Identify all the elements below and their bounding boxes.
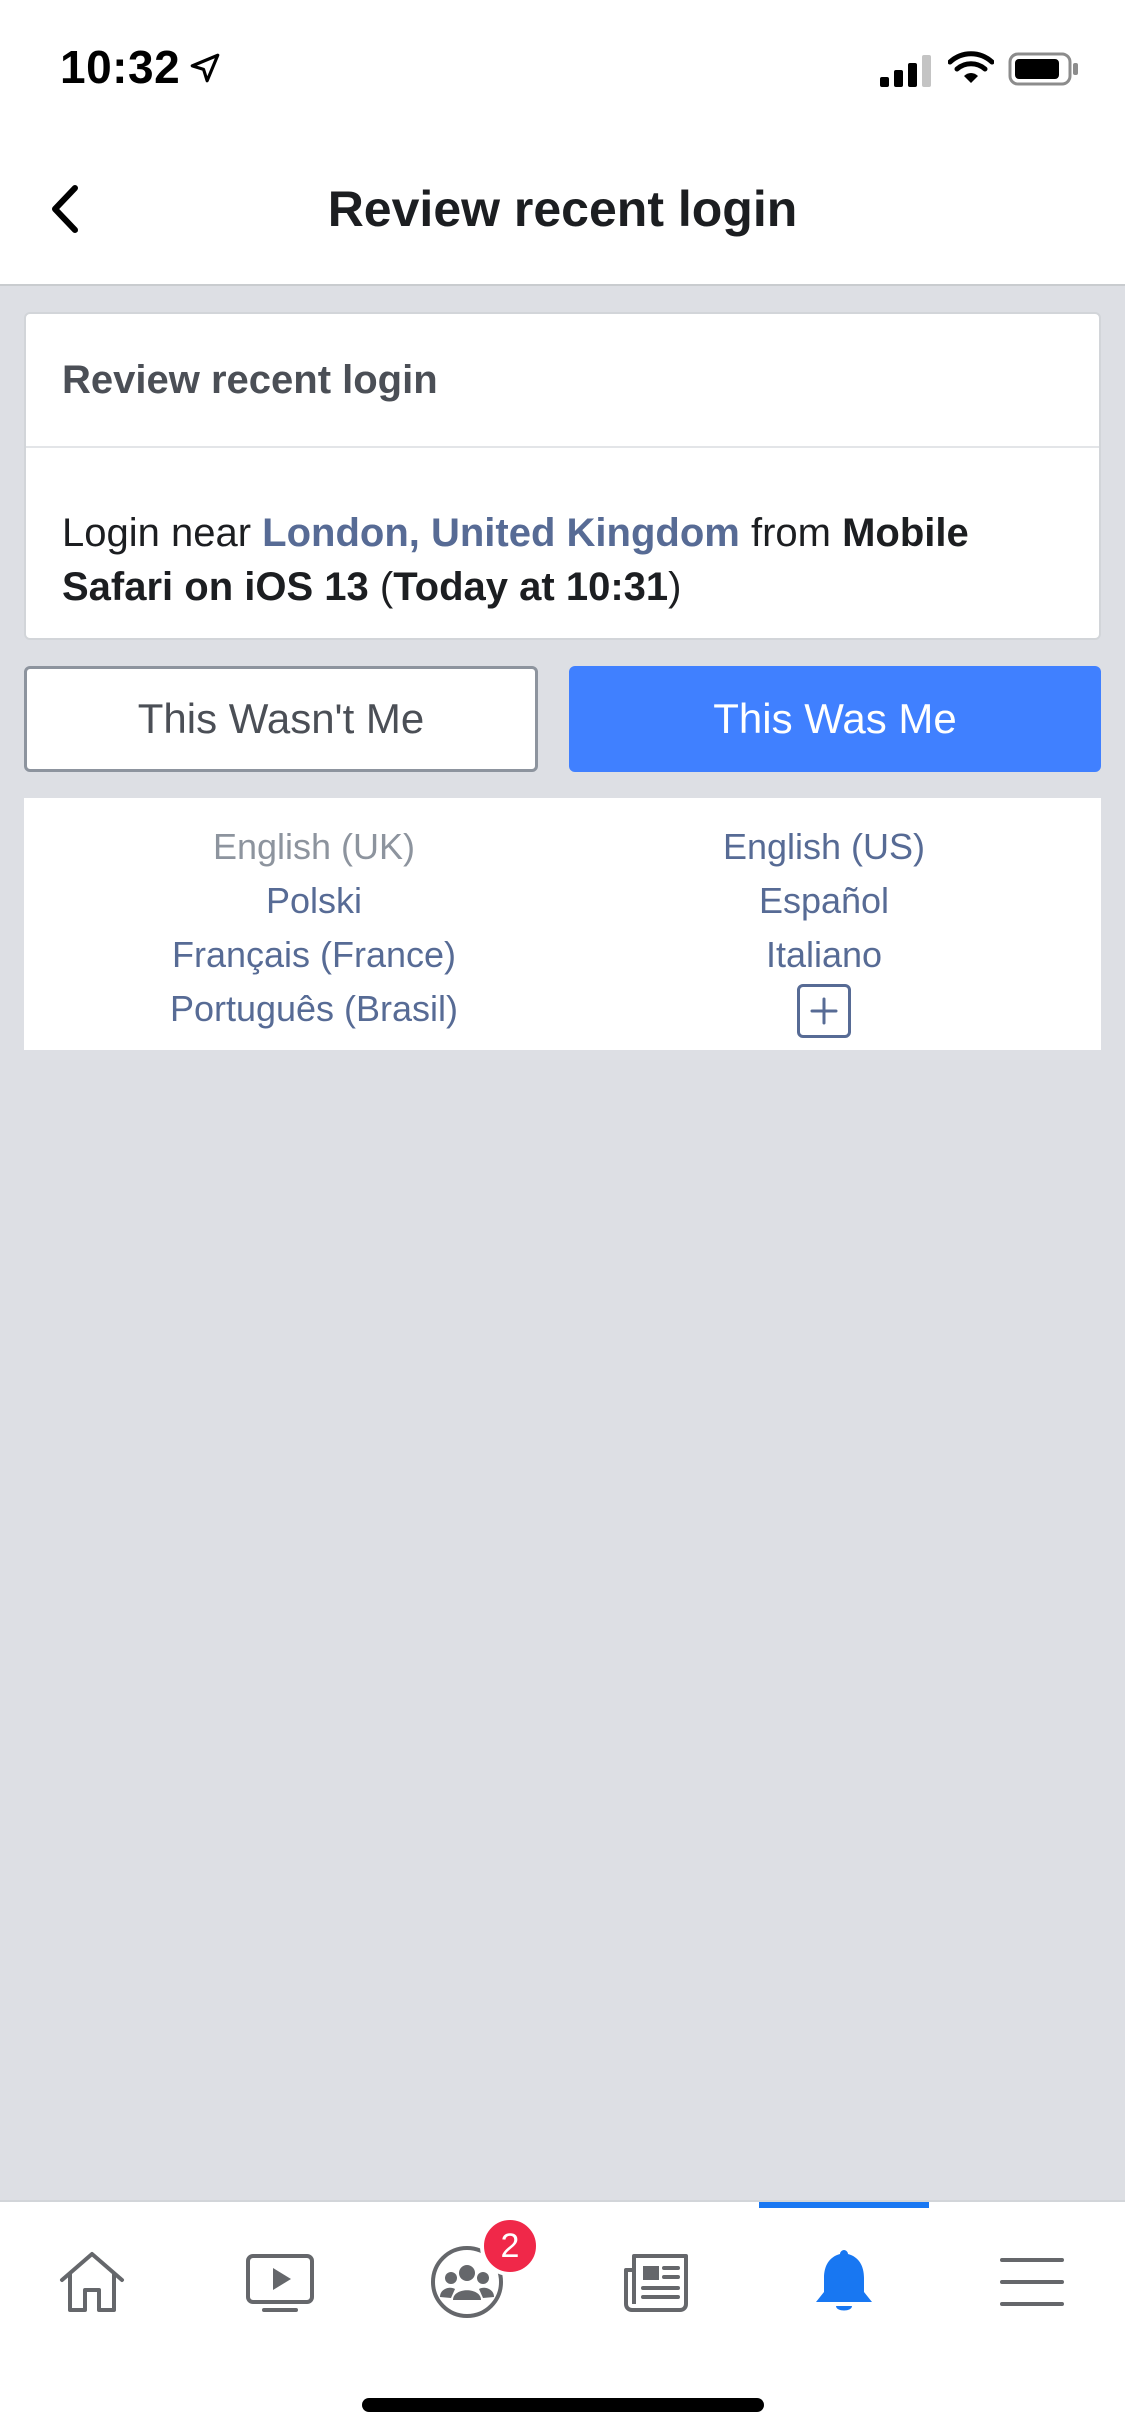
language-portugues[interactable]: Português (Brasil) bbox=[54, 982, 574, 1036]
news-icon bbox=[624, 2254, 688, 2312]
language-polski[interactable]: Polski bbox=[54, 874, 574, 928]
login-details: Login near London, United Kingdom from M… bbox=[26, 448, 1099, 614]
tab-home[interactable] bbox=[32, 2232, 152, 2332]
more-languages-button[interactable] bbox=[797, 984, 851, 1038]
login-location-link[interactable]: London, United Kingdom bbox=[262, 511, 740, 555]
tab-news[interactable] bbox=[596, 2232, 716, 2332]
wifi-icon bbox=[948, 51, 994, 83]
tab-video[interactable] bbox=[220, 2232, 340, 2332]
language-english-uk: English (UK) bbox=[212, 826, 416, 867]
card-title: Review recent login bbox=[26, 314, 1099, 448]
plus-icon bbox=[810, 997, 838, 1025]
login-middle-text: from bbox=[739, 511, 843, 555]
status-time: 10:32 bbox=[60, 41, 181, 93]
home-indicator bbox=[362, 2398, 764, 2412]
page-title: Review recent login bbox=[327, 181, 798, 237]
tab-menu[interactable] bbox=[972, 2232, 1092, 2332]
home-icon bbox=[60, 2252, 124, 2312]
language-selector: English (UK) Polski Français (France) Po… bbox=[24, 798, 1101, 1050]
status-bar: 10:32 bbox=[0, 0, 1125, 140]
nav-header: Review recent login bbox=[0, 140, 1125, 286]
this-wasnt-me-button[interactable]: This Wasn't Me bbox=[24, 666, 538, 772]
language-english-us[interactable]: English (US) bbox=[564, 820, 1084, 874]
login-time: Today at 10:31 bbox=[393, 565, 669, 609]
login-review-card: Review recent login Login near London, U… bbox=[24, 312, 1101, 640]
active-tab-indicator bbox=[759, 2202, 929, 2208]
menu-icon bbox=[1000, 2258, 1064, 2306]
location-arrow-icon bbox=[190, 53, 220, 83]
language-column-left: English (UK) Polski Français (France) Po… bbox=[54, 820, 574, 1036]
login-open-paren: ( bbox=[368, 565, 394, 609]
notifications-icon bbox=[816, 2250, 872, 2311]
login-close-paren: ) bbox=[668, 565, 682, 609]
cellular-signal-icon bbox=[880, 55, 931, 87]
login-prefix-text: Login near bbox=[62, 511, 263, 555]
groups-notification-badge: 2 bbox=[480, 2216, 540, 2276]
language-italiano[interactable]: Italiano bbox=[564, 928, 1084, 982]
language-column-right: English (US) Español Italiano bbox=[564, 820, 1084, 1043]
tab-notifications[interactable] bbox=[784, 2232, 904, 2332]
video-icon bbox=[246, 2254, 314, 2312]
this-was-me-button[interactable]: This Was Me bbox=[569, 666, 1101, 772]
language-francais[interactable]: Français (France) bbox=[54, 928, 574, 982]
language-espanol[interactable]: Español bbox=[564, 874, 1084, 928]
battery-icon bbox=[1008, 52, 1078, 86]
